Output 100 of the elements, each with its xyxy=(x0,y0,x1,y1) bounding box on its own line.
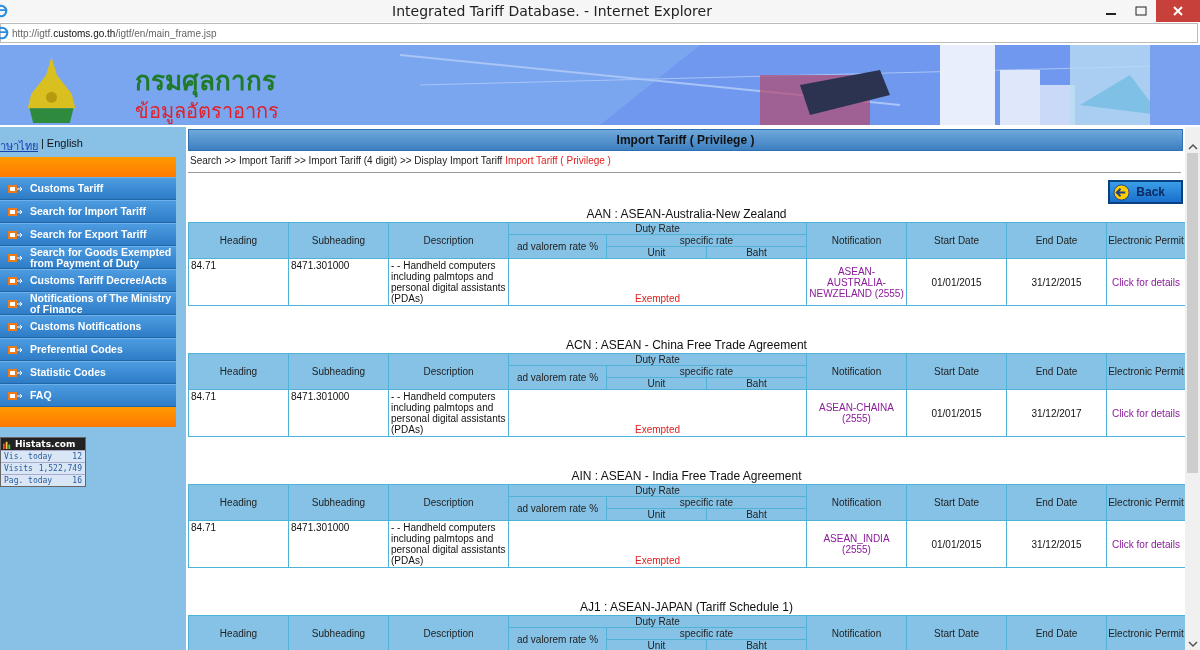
counter-title: Histats.com xyxy=(1,438,85,450)
column-header: ad valorem rate % xyxy=(508,496,607,521)
table-cell: 01/01/2015 xyxy=(906,389,1007,437)
column-header: Duty Rate xyxy=(508,484,807,497)
close-icon xyxy=(1172,5,1184,17)
column-header: End Date xyxy=(1006,222,1107,259)
column-header: Electronic Permit xyxy=(1106,615,1185,650)
scrollbar-thumb[interactable] xyxy=(1187,153,1198,473)
page-title: Import Tariff ( Privilege ) xyxy=(188,129,1183,151)
column-header: End Date xyxy=(1006,615,1107,650)
table-cell: 84.71 xyxy=(188,520,289,568)
bar-chart-icon xyxy=(3,439,12,449)
url-text: http://igtf.customs.go.th/igtf/en/main_frame.jsp xyxy=(12,27,217,39)
column-header: Subheading xyxy=(288,222,389,259)
table-cell: 8471.301000 xyxy=(288,389,389,437)
table-cell: 01/01/2015 xyxy=(906,520,1007,568)
arrow-icon xyxy=(8,183,24,194)
scroll-down-icon[interactable] xyxy=(1187,640,1198,648)
column-header: Start Date xyxy=(906,222,1007,259)
column-header: Duty Rate xyxy=(508,222,807,235)
column-header: Electronic Permit xyxy=(1106,222,1185,259)
arrow-icon xyxy=(8,275,24,286)
section-title: AAN : ASEAN-Australia-New Zealand xyxy=(585,206,788,222)
language-link[interactable]: าษาไทย xyxy=(0,137,38,155)
column-header: Description xyxy=(388,353,509,390)
menu-item[interactable]: Customs Tariff Decree/Acts xyxy=(0,269,176,292)
table-cell: 01/01/2015 xyxy=(906,258,1007,306)
column-header: Duty Rate xyxy=(508,353,807,366)
column-header: Notification xyxy=(806,484,907,521)
column-header: Electronic Permit xyxy=(1106,484,1185,521)
column-header: Heading xyxy=(188,222,289,259)
column-header: Description xyxy=(388,615,509,650)
counter-label: Vis. today xyxy=(4,452,53,461)
menu-item[interactable]: Search for Import Tariff xyxy=(0,200,176,223)
back-button[interactable]: Back xyxy=(1108,180,1183,204)
column-header: Start Date xyxy=(906,353,1007,390)
table-cell: 84.71 xyxy=(188,258,289,306)
counter-label: Visits xyxy=(4,464,33,473)
address-bar[interactable]: http://igtf.customs.go.th/igtf/en/main_frame.jsp xyxy=(0,23,1198,43)
window-title: Integrated Tariff Database. - Internet Explorer xyxy=(391,3,713,19)
maximize-icon xyxy=(1135,5,1147,17)
arrow-icon xyxy=(8,321,24,332)
column-header: Duty Rate xyxy=(508,615,807,628)
table-cell: 31/12/2015 xyxy=(1006,520,1107,568)
menu-item[interactable]: Preferential Codes xyxy=(0,338,176,361)
close-button[interactable] xyxy=(1156,0,1200,22)
arrow-icon xyxy=(8,367,24,378)
menu-item[interactable]: Customs Notifications xyxy=(0,315,176,338)
counter-value: 16 xyxy=(72,476,82,485)
table-cell: 31/12/2017 xyxy=(1006,389,1107,437)
minimize-icon xyxy=(1106,13,1116,15)
banner-subtitle: ข้อมูลอัตราอากร xyxy=(135,98,279,125)
column-header: Unit xyxy=(606,639,707,650)
column-header: Start Date xyxy=(906,484,1007,521)
column-header: End Date xyxy=(1006,353,1107,390)
column-header: Subheading xyxy=(288,353,389,390)
counter-label: Pag. today xyxy=(4,476,53,485)
table-cell: 8471.301000 xyxy=(288,520,389,568)
table-cell: 8471.301000 xyxy=(288,258,389,306)
counter-value: 12 xyxy=(72,452,82,461)
table-cell: Exempted xyxy=(508,258,807,306)
menu-item[interactable]: Statistic Codes xyxy=(0,361,176,384)
table-cell: 84.71 xyxy=(188,389,289,437)
column-header: Electronic Permit xyxy=(1106,353,1185,390)
separator-text: | xyxy=(41,137,44,151)
column-header: Notification xyxy=(806,353,907,390)
column-header: Subheading xyxy=(288,615,389,650)
table-cell: 31/12/2015 xyxy=(1006,258,1107,306)
table-cell: - - Handheld computers including palmtops and personal digital assistants (PDAs) xyxy=(388,389,509,437)
table-cell: Exempted xyxy=(508,389,807,437)
section-title: AJ1 : ASEAN-JAPAN (Tariff Schedule 1) xyxy=(579,599,794,615)
arrow-icon xyxy=(8,252,24,263)
table-cell: Exempted xyxy=(508,520,807,568)
language-link[interactable]: English xyxy=(46,137,83,155)
menu-item[interactable]: Customs Tariff xyxy=(0,177,176,200)
breadcrumb: Search >> Import Tariff >> Import Tariff (4 digit) >> Display Import Tariff Import Tariff ( Privilege ) xyxy=(188,151,1181,173)
counter-value: 1,522,749 xyxy=(38,464,82,473)
column-header: ad valorem rate % xyxy=(508,234,607,259)
menu-item[interactable]: Search for Goods Exempted from Payment of Duty xyxy=(0,246,176,269)
table-cell: - - Handheld computers including palmtops and personal digital assistants (PDAs) xyxy=(388,520,509,568)
column-header: Baht xyxy=(706,639,807,650)
column-header: Notification xyxy=(806,222,907,259)
section-title: AIN : ASEAN - India Free Trade Agreement xyxy=(570,468,803,484)
column-header: Start Date xyxy=(906,615,1007,650)
menu-item[interactable]: FAQ xyxy=(0,384,176,407)
arrow-icon xyxy=(8,206,24,217)
column-header: Heading xyxy=(188,353,289,390)
arrow-icon xyxy=(8,390,24,401)
scroll-up-icon[interactable] xyxy=(1187,143,1198,151)
column-header: Description xyxy=(388,222,509,259)
menu-item[interactable]: Notifications of The Ministry of Finance xyxy=(0,292,176,315)
column-header: Heading xyxy=(188,615,289,650)
scrollbar[interactable] xyxy=(1185,127,1200,650)
menu-item[interactable]: Search for Export Tariff xyxy=(0,223,176,246)
table-cell: - - Handheld computers including palmtops and personal digital assistants (PDAs) xyxy=(388,258,509,306)
column-header: Subheading xyxy=(288,484,389,521)
column-header: Description xyxy=(388,484,509,521)
arrow-icon xyxy=(8,344,24,355)
column-header: End Date xyxy=(1006,484,1107,521)
arrow-icon xyxy=(8,229,24,240)
